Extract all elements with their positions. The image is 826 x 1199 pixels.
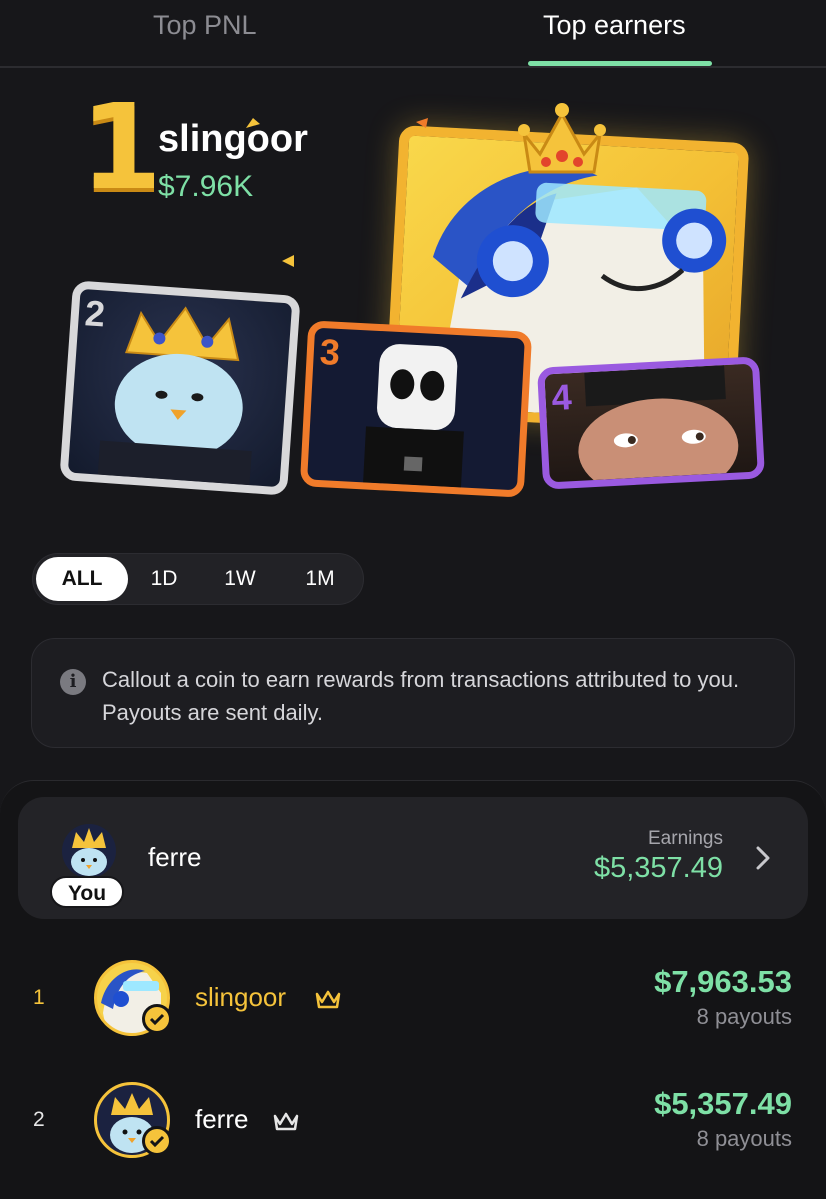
table-row[interactable]: 2 ferre $5,357.49 8 payouts (0, 1068, 826, 1178)
rank-2-card[interactable]: 2 (59, 280, 301, 496)
leader-name[interactable]: slingoor (158, 118, 308, 161)
my-username: ferre (148, 842, 202, 872)
info-text: Callout a coin to earn rewards from tran… (102, 667, 740, 725)
confetti-icon (282, 255, 294, 267)
leader-amount: $7.96K (158, 170, 254, 203)
penguin-avatar-icon (71, 828, 107, 876)
leader-rank: 1 (80, 78, 163, 216)
chevron-right-icon[interactable] (752, 844, 774, 872)
confetti-icon (416, 118, 428, 128)
filter-1w[interactable]: 1W (209, 557, 271, 601)
info-icon: i (60, 669, 86, 695)
rank-4-card[interactable]: 4 (536, 356, 766, 490)
verified-badge-icon (142, 1004, 172, 1034)
filter-1d[interactable]: 1D (133, 557, 195, 601)
row-payouts: 8 payouts (696, 1126, 792, 1151)
crown-icon (273, 1112, 299, 1131)
row-username: slingoor (195, 982, 287, 1012)
confetti-icon (246, 118, 260, 128)
filter-1m[interactable]: 1M (289, 557, 351, 601)
card-rank-label: 3 (318, 330, 341, 373)
card-rank-label: 2 (83, 292, 107, 335)
row-earnings: $7,963.53 (654, 964, 792, 999)
photo-avatar-art (578, 365, 739, 483)
row-payouts: 8 payouts (696, 1004, 792, 1029)
row-username: ferre (195, 1104, 249, 1134)
table-row[interactable]: 1 slingoor $7,963.53 8 payouts (0, 946, 826, 1056)
info-callout: i Callout a coin to earn rewards from tr… (31, 638, 795, 748)
podium-hero: 1 slingoor $7.96K 2 3 4 (0, 70, 826, 540)
tab-top-earners[interactable]: Top earners (543, 10, 686, 41)
tab-bar: Top PNL Top earners (0, 0, 826, 68)
card-rank-label: 4 (550, 376, 573, 419)
filter-all[interactable]: ALL (36, 557, 128, 601)
avatar (62, 824, 116, 878)
you-badge: You (50, 876, 124, 908)
verified-badge-icon (142, 1126, 172, 1156)
crown-icon (518, 103, 606, 174)
earnings-label: Earnings (648, 828, 723, 849)
row-earnings: $5,357.49 (654, 1086, 792, 1121)
tab-top-pnl[interactable]: Top PNL (153, 10, 257, 41)
rank-3-card[interactable]: 3 (299, 320, 533, 498)
earnings-value: $5,357.49 (593, 852, 723, 884)
crown-icon (315, 990, 341, 1009)
time-filter-group: ALL 1D 1W 1M (32, 553, 364, 605)
active-tab-indicator (528, 61, 712, 66)
row-rank: 1 (33, 986, 45, 1009)
row-rank: 2 (33, 1108, 45, 1131)
